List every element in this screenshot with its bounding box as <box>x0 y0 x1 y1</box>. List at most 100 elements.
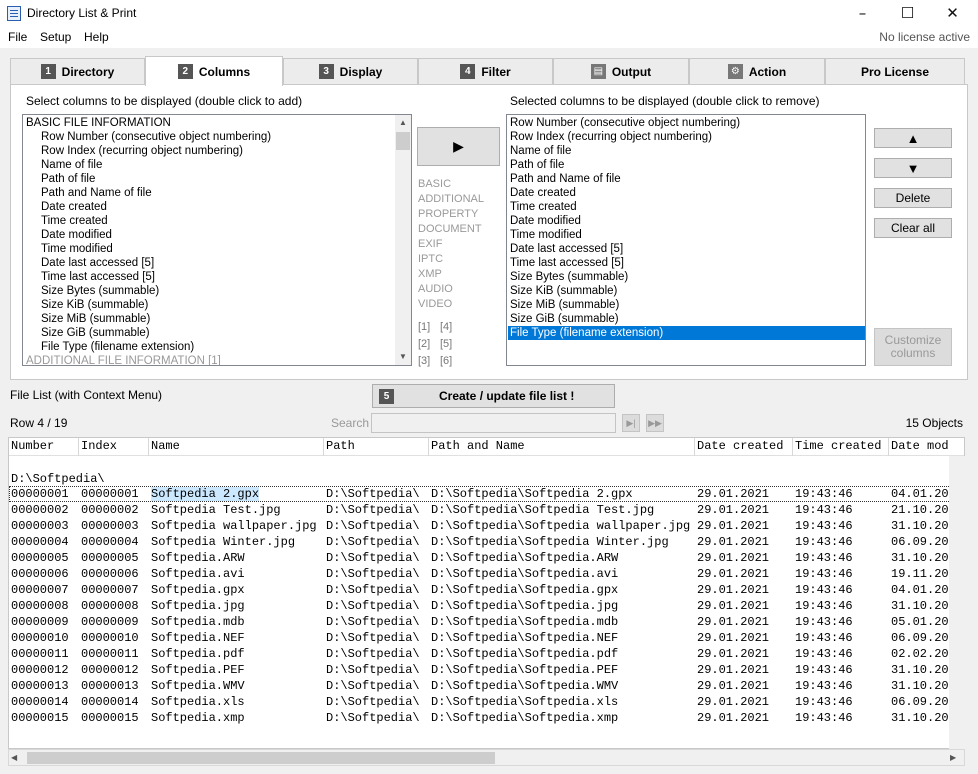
table-row[interactable]: 00000015 00000015 Softpedia.xmp D:\Softpedi… <box>9 710 964 726</box>
search-next-icon[interactable]: ▶| <box>622 414 640 432</box>
tab-filter[interactable]: 4 Filter <box>418 58 553 84</box>
page-ref[interactable]: [3] <box>418 353 430 370</box>
scroll-up-icon[interactable]: ▲ <box>395 115 411 131</box>
list-item[interactable]: Size KiB (summable) <box>508 284 865 298</box>
available-list-scrollbar[interactable]: ▲ ▼ <box>395 115 411 365</box>
list-item[interactable]: Row Number (consecutive object numbering… <box>508 116 865 130</box>
tab-display[interactable]: 3 Display <box>283 58 418 84</box>
tab-columns[interactable]: 2 Columns <box>145 56 283 86</box>
column-header[interactable]: Date mod <box>889 438 964 456</box>
list-item[interactable]: Date created <box>24 200 396 214</box>
list-item[interactable]: Size GiB (summable) <box>24 326 396 340</box>
menu-setup[interactable]: Setup <box>40 30 71 44</box>
list-item[interactable]: Date created <box>508 186 865 200</box>
table-row[interactable]: 00000007 00000007 Softpedia.gpx D:\Softpedi… <box>9 582 964 598</box>
customize-columns-button[interactable]: Customize columns <box>874 328 952 366</box>
category-link[interactable]: DOCUMENT <box>418 222 498 237</box>
table-row[interactable]: 00000012 00000012 Softpedia.PEF D:\Softpedi… <box>9 662 964 678</box>
category-link[interactable]: XMP <box>418 267 498 282</box>
close-button[interactable]: ✕ <box>930 0 975 28</box>
column-header[interactable]: Path <box>324 438 429 456</box>
tab-output[interactable]: ▤ Output <box>553 58 689 84</box>
table-row[interactable]: 00000006 00000006 Softpedia.avi D:\Softpedi… <box>9 566 964 582</box>
list-item[interactable]: Row Index (recurring object numbering) <box>508 130 865 144</box>
list-item[interactable]: Size MiB (summable) <box>24 312 396 326</box>
create-update-button[interactable]: 5 Create / update file list ! <box>372 384 615 408</box>
list-item[interactable]: Path of file <box>508 158 865 172</box>
list-item[interactable]: Name of file <box>24 158 396 172</box>
list-item[interactable]: Size Bytes (summable) <box>508 270 865 284</box>
list-item[interactable]: Size Bytes (summable) <box>24 284 396 298</box>
column-header[interactable]: Index <box>79 438 149 456</box>
scroll-thumb[interactable] <box>27 752 495 764</box>
available-columns-list[interactable]: BASIC FILE INFORMATION Row Number (consec… <box>22 114 412 366</box>
scroll-down-icon[interactable]: ▼ <box>395 349 411 365</box>
list-item[interactable]: Row Number (consecutive object numbering… <box>24 130 396 144</box>
list-item[interactable]: Date last accessed [5] <box>24 256 396 270</box>
list-item[interactable]: File Type (filename extension) <box>508 326 865 340</box>
minimize-button[interactable]: – <box>840 0 885 28</box>
column-header[interactable]: Date created <box>695 438 793 456</box>
category-link[interactable]: BASIC <box>418 177 498 192</box>
grid-vertical-scrollbar[interactable] <box>949 456 965 749</box>
scroll-right-icon[interactable]: ▶ <box>950 752 962 764</box>
menu-file[interactable]: File <box>8 30 27 44</box>
page-ref[interactable]: [1] <box>418 319 430 336</box>
tab-action[interactable]: ⚙ Action <box>689 58 825 84</box>
move-up-button[interactable]: ▲ <box>874 128 952 148</box>
page-ref[interactable]: [6] <box>440 353 452 370</box>
list-item[interactable]: Date last accessed [5] <box>508 242 865 256</box>
selected-columns-list[interactable]: Row Number (consecutive object numbering… <box>506 114 866 366</box>
move-down-button[interactable]: ▼ <box>874 158 952 178</box>
file-list-grid[interactable]: Number Index Name Path Path and Name Date cre… <box>8 437 965 749</box>
column-header[interactable]: Path and Name <box>429 438 695 456</box>
table-row[interactable]: 00000002 00000002 Softpedia Test.jpg D:\Sof… <box>9 502 964 518</box>
column-header[interactable]: Time created <box>793 438 889 456</box>
page-ref[interactable]: [5] <box>440 336 452 353</box>
search-input[interactable] <box>371 413 616 433</box>
table-row[interactable]: 00000010 00000010 Softpedia.NEF D:\Softpedi… <box>9 630 964 646</box>
table-row[interactable]: 00000013 00000013 Softpedia.WMV D:\Softpedi… <box>9 678 964 694</box>
list-item[interactable]: Time modified <box>24 242 396 256</box>
list-item[interactable]: Time last accessed [5] <box>508 256 865 270</box>
list-item[interactable]: File Type (filename extension) <box>24 340 396 354</box>
list-item[interactable]: Path of file <box>24 172 396 186</box>
table-row[interactable]: 00000014 00000014 Softpedia.xls D:\Softpedi… <box>9 694 964 710</box>
table-row[interactable]: 00000011 00000011 Softpedia.pdf D:\Softpedi… <box>9 646 964 662</box>
table-row[interactable]: 00000001 00000001 Softpedia 2.gpx D:\Softpe… <box>9 486 964 502</box>
list-item[interactable]: Size MiB (summable) <box>508 298 865 312</box>
table-row[interactable]: 00000004 00000004 Softpedia Winter.jpg D:\S… <box>9 534 964 550</box>
table-row[interactable]: 00000005 00000005 Softpedia.ARW D:\Softpedi… <box>9 550 964 566</box>
list-item[interactable]: Time modified <box>508 228 865 242</box>
list-item[interactable]: Time created <box>24 214 396 228</box>
list-item[interactable]: Size KiB (summable) <box>24 298 396 312</box>
page-ref[interactable]: [2] <box>418 336 430 353</box>
list-item[interactable]: Path and Name of file <box>508 172 865 186</box>
table-row[interactable]: 00000008 00000008 Softpedia.jpg D:\Softpedi… <box>9 598 964 614</box>
tab-directory[interactable]: 1 Directory <box>10 58 145 84</box>
list-item[interactable]: Date modified <box>24 228 396 242</box>
scroll-left-icon[interactable]: ◀ <box>11 752 23 764</box>
category-link[interactable]: IPTC <box>418 252 498 267</box>
page-ref[interactable]: [4] <box>440 319 452 336</box>
list-item[interactable]: Time last accessed [5] <box>24 270 396 284</box>
scroll-thumb[interactable] <box>396 132 410 150</box>
list-group-header[interactable]: BASIC FILE INFORMATION <box>24 116 396 130</box>
table-row[interactable]: 00000003 00000003 Softpedia wallpaper.jpg D… <box>9 518 964 534</box>
list-item[interactable]: Path and Name of file <box>24 186 396 200</box>
category-link[interactable]: EXIF <box>418 237 498 252</box>
clear-all-button[interactable]: Clear all <box>874 218 952 238</box>
category-link[interactable]: VIDEO <box>418 297 498 312</box>
category-link[interactable]: PROPERTY <box>418 207 498 222</box>
add-column-button[interactable]: ▶ <box>417 127 500 166</box>
column-header[interactable]: Number <box>9 438 79 456</box>
column-header[interactable]: Name <box>149 438 324 456</box>
list-item[interactable]: Row Index (recurring object numbering) <box>24 144 396 158</box>
list-group-header[interactable]: ADDITIONAL FILE INFORMATION [1] <box>24 354 396 365</box>
category-link[interactable]: AUDIO <box>418 282 498 297</box>
maximize-button[interactable]: ☐ <box>885 0 930 28</box>
search-all-icon[interactable]: ▶▶ <box>646 414 664 432</box>
tab-pro-license[interactable]: Pro License <box>825 58 965 84</box>
list-item[interactable]: Size GiB (summable) <box>508 312 865 326</box>
delete-button[interactable]: Delete <box>874 188 952 208</box>
